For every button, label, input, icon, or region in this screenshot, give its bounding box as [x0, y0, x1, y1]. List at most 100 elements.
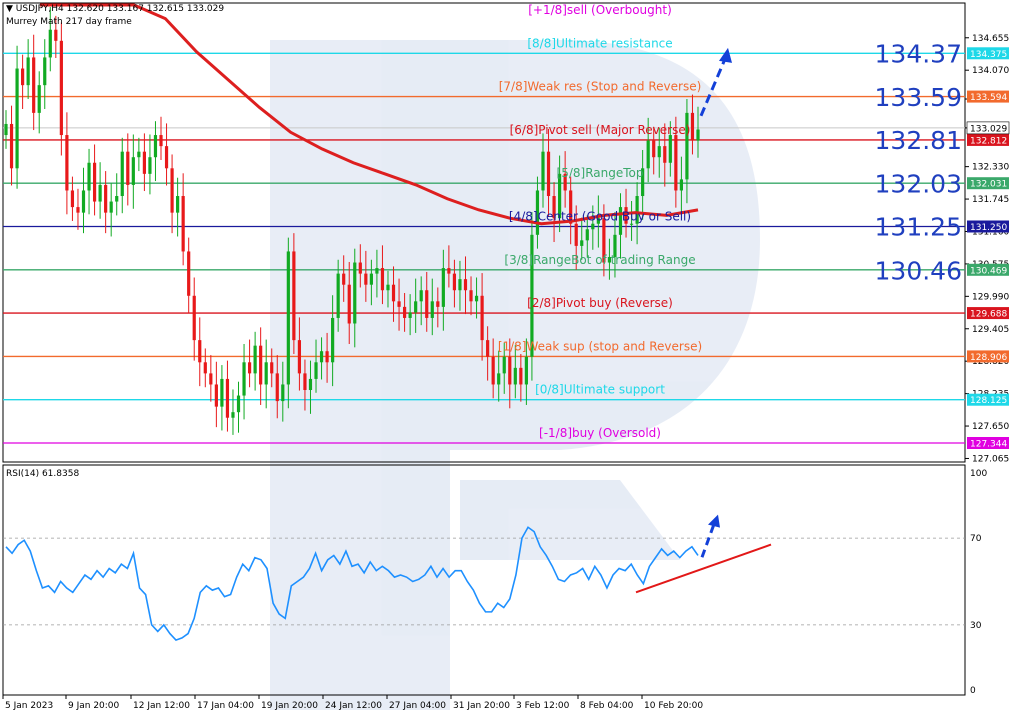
rsi-arrow-head: [708, 514, 720, 528]
candle-body-68: [380, 268, 385, 291]
candle-body-30: [170, 168, 174, 213]
candle-body-2: [15, 68, 19, 169]
rsi-tick-0: 100: [970, 469, 987, 479]
candle-body-75: [419, 290, 423, 302]
price-tag-text-2: 133.594: [970, 93, 1007, 103]
candle-body-63: [353, 262, 357, 324]
murrey-label-6: [3/8]RangeBot of trading Range: [504, 253, 695, 267]
murrey-label-0: [+1/8]sell (Overbought): [528, 3, 672, 17]
candle-body-85: [474, 295, 479, 302]
candle-body-71: [397, 301, 401, 307]
price-tag-text-4: 132.031: [970, 180, 1007, 190]
candle-body-103: [574, 223, 578, 246]
candle-body-26: [148, 157, 152, 174]
candle-body-67: [375, 268, 379, 274]
murrey-label-2: [7/8]Weak res (Stop and Reverse): [499, 80, 702, 94]
candle-body-59: [331, 317, 335, 363]
candle-body-5: [32, 57, 36, 113]
rsi-tick-3: 0: [970, 686, 976, 696]
candle-body-122: [679, 179, 683, 191]
candle-body-119: [663, 146, 667, 163]
candle-body-94: [524, 356, 528, 385]
murrey-label-3: [6/8]Pivot sell (Major Reverse): [510, 123, 691, 137]
candle-body-60: [336, 273, 340, 318]
candle-body-93: [519, 367, 523, 385]
price-tag-text-9: 128.125: [970, 396, 1007, 406]
candle-body-55: [308, 378, 313, 391]
candle-body-7: [43, 57, 47, 86]
murrey-label-7: [2/8]Pivot buy (Reverse): [527, 296, 673, 310]
candle-body-37: [209, 373, 213, 385]
murrey-label-4: [5/8]RangeTop: [557, 166, 644, 180]
candle-body-120: [668, 135, 672, 163]
candle-body-16: [92, 162, 97, 202]
candle-body-113: [629, 223, 634, 225]
candle-body-12: [70, 190, 75, 208]
rsi-tick-2: 30: [970, 621, 982, 631]
candle-body-3: [21, 68, 25, 86]
candle-body-121: [674, 135, 678, 191]
candle-body-52: [292, 251, 296, 341]
candle-body-24: [137, 151, 141, 158]
candle-body-61: [342, 273, 346, 285]
candle-body-38: [214, 384, 218, 407]
candle-body-64: [358, 262, 362, 274]
murrey-label-5: [4/8]Center (Good Buy or Sell): [509, 210, 691, 224]
candle-body-18: [104, 184, 108, 213]
candle-body-47: [264, 362, 268, 385]
candle-body-86: [480, 295, 484, 341]
candle-body-56: [314, 362, 318, 379]
candle-body-10: [59, 40, 63, 136]
candle-body-84: [469, 290, 473, 302]
rsi-tick-1: 70: [970, 534, 982, 544]
candle-body-42: [236, 395, 241, 413]
price-tick-4: 132.330: [972, 163, 1009, 173]
candle-body-45: [253, 345, 257, 374]
candle-body-13: [76, 207, 80, 213]
collapse-triangle-icon[interactable]: ▼: [6, 4, 13, 14]
candle-body-28: [159, 135, 163, 147]
candle-body-1: [9, 123, 14, 169]
symbol-quote: USDJPY,H4 132.620 133.167 132.615 133.02…: [15, 4, 225, 14]
time-label-6: 27 Jan 04:00: [389, 701, 446, 711]
candle-body-87: [486, 340, 490, 357]
candle-body-29: [164, 146, 169, 169]
murrey-label-9: [0/8]Ultimate support: [535, 383, 665, 397]
time-label-5: 24 Jan 12:00: [325, 701, 382, 711]
candle-body-8: [48, 29, 52, 58]
candle-body-11: [65, 135, 69, 191]
rsi-arrow: [700, 514, 720, 558]
candle-body-22: [126, 151, 130, 185]
candle-body-20: [115, 196, 119, 202]
candle-body-4: [26, 57, 30, 86]
candle-body-19: [109, 201, 113, 213]
candle-body-88: [491, 356, 495, 385]
candle-body-78: [436, 301, 440, 307]
indicator-name: Murrey Math 217 day frame: [6, 17, 132, 27]
candle-body-31: [176, 196, 180, 213]
time-label-1: 9 Jan 20:00: [68, 701, 120, 711]
candle-body-76: [425, 290, 429, 318]
candle-body-14: [81, 190, 86, 213]
candle-body-124: [690, 112, 695, 141]
candle-body-25: [142, 151, 146, 174]
candle-body-17: [98, 184, 102, 202]
time-label-10: 10 Feb 20:00: [644, 701, 703, 711]
candle-body-77: [430, 301, 434, 318]
candle-body-23: [131, 157, 135, 185]
candle-body-58: [325, 351, 329, 363]
price-tag-text-10: 127.344: [970, 440, 1007, 450]
time-label-2: 12 Jan 12:00: [133, 701, 190, 711]
candle-body-6: [37, 85, 41, 113]
time-label-7: 31 Jan 20:00: [453, 701, 510, 711]
murrey-label-1: [8/8]Ultimate resistance: [527, 36, 672, 50]
candle-body-27: [153, 135, 158, 158]
candle-body-48: [270, 362, 274, 374]
chart-canvas: [+1/8]sell (Overbought) [8/8]Ultimate res…: [2, 2, 1009, 711]
price-tag-text-1: 134.375: [970, 50, 1007, 60]
candle-body-81: [452, 273, 457, 291]
candle-body-89: [497, 373, 501, 385]
last-price-text: 133.029: [970, 124, 1007, 134]
candle-body-40: [225, 378, 230, 418]
price-tag-text-6: 130.469: [970, 266, 1007, 276]
